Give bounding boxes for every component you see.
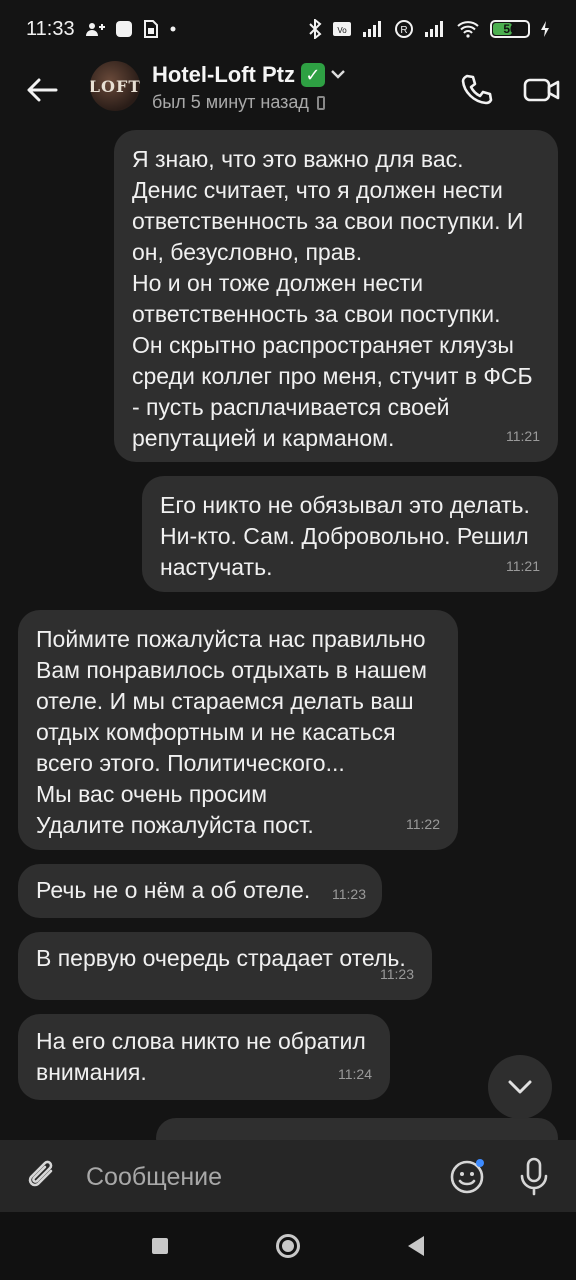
message-bubble-incoming[interactable]: Речь не о нём а об отеле. 11:23 xyxy=(18,864,382,918)
chat-title[interactable]: Hotel-Loft Ptz ✓ был 5 минут назад xyxy=(152,62,345,113)
signal-icon xyxy=(424,20,446,38)
message-time: 11:23 xyxy=(332,886,366,902)
message-text: Поймите пожалуйста нас правильно Вам пон… xyxy=(36,626,427,838)
message-text: На его слова никто не обратил внимания. xyxy=(36,1028,366,1085)
last-seen: был 5 минут назад xyxy=(152,92,345,113)
r-icon: R xyxy=(394,19,414,39)
back-button[interactable] xyxy=(20,68,64,112)
message-bubble-outgoing[interactable]: Я знаю, что это важно для вас. Денис счи… xyxy=(114,130,558,462)
dot-icon xyxy=(169,25,177,33)
battery-icon: 56 xyxy=(490,20,530,38)
notification-icon xyxy=(115,20,133,38)
avatar[interactable]: LOFT xyxy=(90,61,140,111)
message-time: 11:22 xyxy=(406,816,440,832)
message-bubble-incoming[interactable]: На его слова никто не обратил внимания. … xyxy=(18,1014,390,1100)
message-bubble-outgoing[interactable]: Его никто не обязывал это делать. Ни-кто… xyxy=(142,476,558,592)
sticker-button[interactable] xyxy=(446,1154,490,1198)
arrow-left-icon xyxy=(27,78,58,102)
attach-button[interactable] xyxy=(20,1154,64,1198)
message-bubble-incoming[interactable]: Поймите пожалуйста нас правильно Вам пон… xyxy=(18,610,458,850)
system-nav-bar xyxy=(0,1212,576,1280)
recents-button[interactable] xyxy=(152,1238,168,1254)
bluetooth-icon xyxy=(308,19,322,39)
status-time: 11:33 xyxy=(26,17,75,40)
message-time: 11:23 xyxy=(380,966,414,982)
system-back-button[interactable] xyxy=(408,1236,424,1256)
smiley-icon xyxy=(450,1159,484,1194)
message-text: Речь не о нём а об отеле. xyxy=(36,877,311,903)
voice-message-button[interactable] xyxy=(512,1154,556,1198)
call-button[interactable] xyxy=(452,66,500,114)
person-add-icon xyxy=(85,21,105,37)
message-bubble-incoming[interactable]: В первую очередь страдает отель. 11:23 xyxy=(18,932,432,1000)
title-row: Hotel-Loft Ptz ✓ xyxy=(152,62,345,88)
svg-text:Vo: Vo xyxy=(337,26,347,35)
sim-icon xyxy=(143,20,159,38)
message-text: Я знаю, что это важно для вас. Денис счи… xyxy=(132,146,533,451)
message-time: 11:24 xyxy=(338,1066,372,1082)
video-icon xyxy=(523,78,560,102)
chevron-down-icon xyxy=(508,1080,532,1094)
phone-icon xyxy=(461,74,493,105)
message-input[interactable] xyxy=(84,1158,428,1196)
message-time: 11:21 xyxy=(506,558,540,574)
message-text: В первую очередь страдает отель. xyxy=(36,945,406,971)
mobile-icon xyxy=(316,95,325,110)
microphone-icon xyxy=(520,1157,548,1196)
video-call-button[interactable] xyxy=(518,66,566,114)
status-right: Vo R 56 xyxy=(308,19,550,39)
message-composer xyxy=(0,1140,576,1212)
contact-name: Hotel-Loft Ptz xyxy=(152,62,295,87)
avatar-logo: LOFT xyxy=(90,76,140,96)
last-seen-text: был 5 минут назад xyxy=(152,92,309,112)
scroll-to-bottom-button[interactable] xyxy=(488,1055,552,1119)
volte-icon: Vo xyxy=(332,19,352,39)
chat-header: LOFT Hotel-Loft Ptz ✓ был 5 минут назад xyxy=(0,58,576,122)
battery-level: 56 xyxy=(503,22,517,36)
status-bar: 11:33 Vo R 56 xyxy=(0,0,576,58)
wifi-icon xyxy=(456,20,480,38)
verified-icon: ✓ xyxy=(300,63,325,87)
svg-text:R: R xyxy=(400,25,407,36)
message-text: Его никто не обязывал это делать. Ни-кто… xyxy=(160,492,530,580)
status-left: 11:33 xyxy=(26,18,177,41)
signal-icon xyxy=(362,20,384,38)
message-time: 11:21 xyxy=(506,428,540,444)
charging-icon xyxy=(540,20,550,38)
paperclip-icon xyxy=(28,1160,53,1187)
chevron-down-icon xyxy=(331,66,345,84)
home-button[interactable] xyxy=(276,1234,300,1258)
